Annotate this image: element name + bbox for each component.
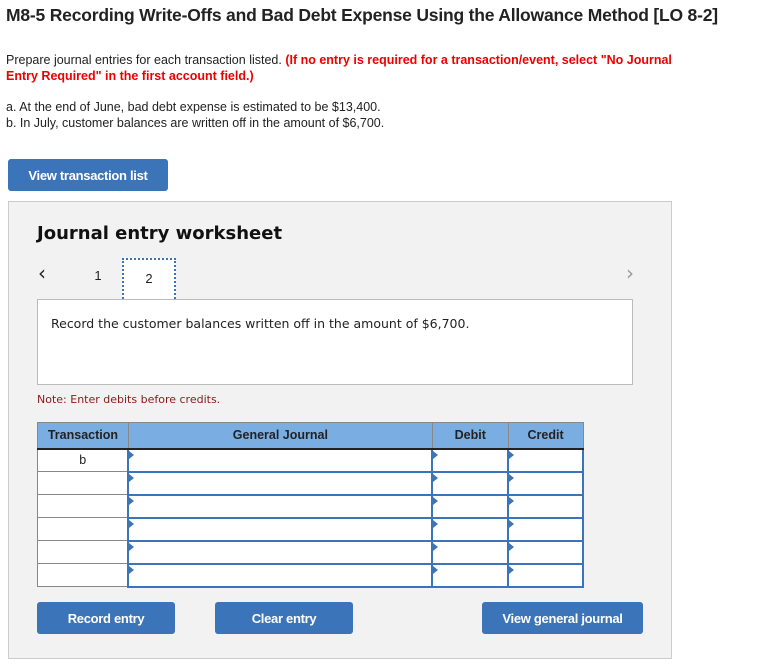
worksheet-heading: Journal entry worksheet xyxy=(37,223,283,244)
account-input[interactable] xyxy=(127,447,434,473)
instructions-text: Prepare journal entries for each transac… xyxy=(6,53,286,67)
credit-input[interactable] xyxy=(507,539,584,565)
transaction-cell xyxy=(37,517,129,541)
table-row xyxy=(37,562,584,588)
record-entry-button[interactable]: Record entry xyxy=(37,602,175,634)
credit-input[interactable] xyxy=(507,447,584,473)
account-input[interactable] xyxy=(127,470,434,496)
view-general-journal-button[interactable]: View general journal xyxy=(482,602,643,634)
debit-input[interactable] xyxy=(431,447,510,473)
journal-table: Transaction General Journal Debit Credit… xyxy=(37,422,584,588)
page-title: M8-5 Recording Write-Offs and Bad Debt E… xyxy=(6,5,718,25)
column-transaction: Transaction xyxy=(37,422,129,450)
column-credit: Credit xyxy=(507,422,584,450)
transaction-items: a. At the end of June, bad debt expense … xyxy=(6,99,384,131)
account-input[interactable] xyxy=(127,539,434,565)
tab-1[interactable]: 1 xyxy=(90,268,106,283)
column-debit: Debit xyxy=(431,422,509,450)
clear-entry-button[interactable]: Clear entry xyxy=(215,602,353,634)
debit-input[interactable] xyxy=(431,493,510,519)
debit-input[interactable] xyxy=(431,516,510,542)
debit-input[interactable] xyxy=(431,539,510,565)
note-text: Note: Enter debits before credits. xyxy=(37,393,221,406)
table-row xyxy=(37,493,584,519)
transaction-cell xyxy=(37,563,129,587)
transaction-cell xyxy=(37,471,129,495)
account-input[interactable] xyxy=(127,493,434,519)
transaction-cell xyxy=(37,540,129,564)
transaction-item-b: b. In July, customer balances are writte… xyxy=(6,116,385,130)
table-row xyxy=(37,516,584,542)
view-transaction-list-button[interactable]: View transaction list xyxy=(8,159,168,191)
instructions: Prepare journal entries for each transac… xyxy=(6,52,706,84)
account-input[interactable] xyxy=(127,562,434,588)
credit-input[interactable] xyxy=(507,516,584,542)
table-row xyxy=(37,470,584,496)
credit-input[interactable] xyxy=(507,470,584,496)
column-general-journal: General Journal xyxy=(127,422,433,450)
debit-input[interactable] xyxy=(431,470,510,496)
entry-description: Record the customer balances written off… xyxy=(37,299,633,385)
tab-2[interactable]: 2 xyxy=(122,258,176,302)
debit-input[interactable] xyxy=(431,562,510,588)
chevron-left-icon[interactable]: ‹ xyxy=(38,261,46,285)
credit-input[interactable] xyxy=(507,562,584,588)
transaction-cell: b xyxy=(37,448,129,472)
transaction-cell xyxy=(37,494,129,518)
account-input[interactable] xyxy=(127,516,434,542)
chevron-right-icon[interactable]: › xyxy=(626,261,634,285)
transaction-item-a: a. At the end of June, bad debt expense … xyxy=(6,100,381,114)
table-row xyxy=(37,539,584,565)
table-row: b xyxy=(37,447,584,473)
credit-input[interactable] xyxy=(507,493,584,519)
